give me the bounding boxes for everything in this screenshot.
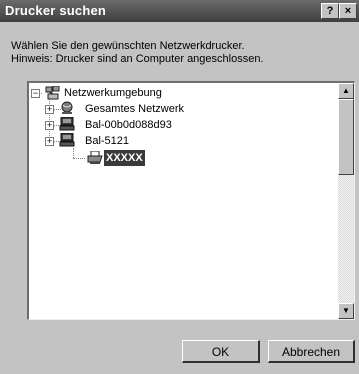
tree-connector-line [73,148,74,158]
tree-item-root[interactable]: − Netzwerkumgebung [31,85,231,101]
expand-icon[interactable]: + [45,137,54,146]
expand-icon[interactable]: + [45,121,54,130]
selected-printer-label: XXXXX [104,150,145,166]
scroll-down-button[interactable]: ▼ [338,303,354,319]
cancel-button[interactable]: Abbrechen [268,340,355,363]
tree-item-entire-network[interactable]: + Gesamtes Netzwerk [45,101,245,117]
instruction-line-1: Wählen Sie den gewünschten Netzwerkdruck… [11,40,245,52]
network-neighborhood-icon [45,86,60,100]
expand-icon[interactable]: + [45,105,54,114]
scroll-up-button[interactable]: ▲ [338,83,354,99]
close-button[interactable]: × [339,3,357,19]
tree-connector-line [73,158,85,159]
instructions-text: Wählen Sie den gewünschten Netzwerkdruck… [11,40,264,66]
collapse-icon[interactable]: − [31,89,40,98]
tree-item-label: Gesamtes Netzwerk [85,103,185,115]
title-bar[interactable]: Drucker suchen ? × [0,0,359,22]
tree-item-computer-2[interactable]: + Bal-5121 [45,133,245,149]
network-tree-view[interactable]: − Netzwerkumgebung + Gesamtes Netzwerk + [27,81,355,320]
window-title: Drucker suchen [5,3,107,18]
tree-item-label: Netzwerkumgebung [64,87,162,99]
globe-icon [61,101,73,114]
vertical-scrollbar[interactable]: ▲ ▼ [338,83,354,319]
tree-item-computer-1[interactable]: + Bal-00b0d088d93 [45,117,245,133]
tree-item-label: Bal-5121 [85,135,130,147]
help-button[interactable]: ? [321,3,339,19]
ok-button[interactable]: OK [182,340,260,363]
printer-icon [87,151,103,164]
tree-item-label: Bal-00b0d088d93 [85,119,172,131]
scrollbar-thumb[interactable] [338,99,354,175]
printer-search-dialog: Drucker suchen ? × Wählen Sie den gewüns… [0,0,359,374]
instruction-line-2: Hinweis: Drucker sind an Computer angesc… [11,53,264,65]
computer-icon [59,133,75,147]
tree-item-printer[interactable]: XXXXX [87,150,237,166]
computer-icon [59,117,75,131]
